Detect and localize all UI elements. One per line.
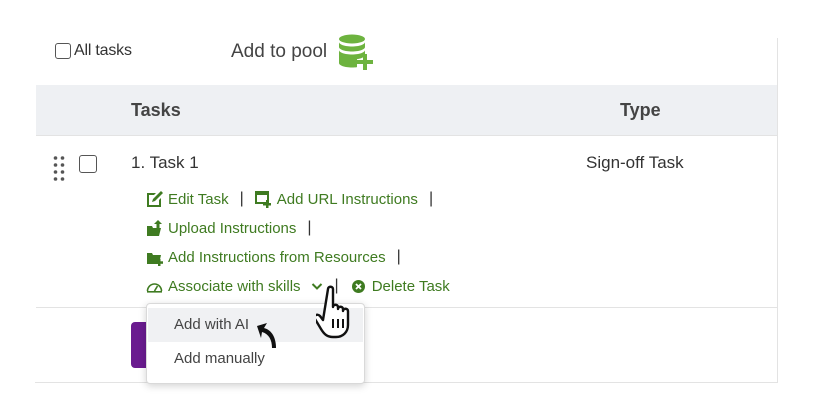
edit-icon — [147, 190, 163, 207]
column-header-tasks[interactable]: Tasks — [131, 100, 181, 121]
task-row-checkbox[interactable] — [79, 155, 97, 173]
edit-task-link[interactable]: Edit Task — [146, 190, 229, 208]
all-tasks-label: All tasks — [74, 42, 132, 59]
upload-instructions-link[interactable]: Upload Instructions — [146, 219, 297, 237]
upload-folder-icon — [147, 219, 162, 236]
database-plus-icon — [339, 34, 374, 70]
delete-task-label: Delete Task — [371, 277, 450, 295]
task-actions-line-2: Upload Instructions | — [146, 219, 323, 237]
hand-cursor-icon — [316, 285, 350, 339]
task-type: Sign-off Task — [586, 153, 684, 172]
add-instructions-from-resources-label: Add Instructions from Resources — [168, 248, 386, 266]
upload-instructions-label: Upload Instructions — [168, 219, 297, 237]
task-name[interactable]: 1. Task 1 — [131, 153, 199, 173]
table-header: Tasks Type — [36, 85, 777, 136]
associate-with-skills-label: Associate with skills — [168, 277, 301, 295]
separator: | — [307, 219, 312, 236]
add-to-pool-button[interactable]: Add to pool — [231, 33, 375, 71]
arrow-cursor-icon — [257, 323, 276, 348]
add-instructions-from-resources-link[interactable]: Add Instructions from Resources — [146, 249, 386, 266]
separator: | — [428, 190, 434, 207]
task-actions-line-1: Edit Task | Add URL Instructions | — [146, 190, 444, 208]
all-tasks-checkbox[interactable] — [55, 43, 71, 59]
gauge-icon — [146, 282, 163, 293]
separator: | — [239, 190, 244, 207]
task-actions-line-4: Associate with skills | Delete Task — [146, 277, 450, 295]
add-url-instructions-label: Add URL Instructions — [276, 190, 418, 208]
add-url-instructions-link[interactable]: Add URL Instructions — [254, 190, 418, 208]
associate-with-skills-dropdown[interactable]: Associate with skills — [146, 278, 324, 295]
drag-handle-icon[interactable] — [53, 155, 65, 181]
top-bar: All tasks — [55, 36, 132, 66]
separator: | — [396, 248, 401, 265]
add-to-pool-label: Add to pool — [231, 41, 328, 62]
delete-task-link[interactable]: Delete Task — [350, 278, 450, 295]
all-tasks-toggle[interactable]: All tasks — [55, 42, 132, 60]
add-url-icon — [254, 190, 271, 208]
task-actions-line-3: Add Instructions from Resources | — [146, 248, 412, 266]
column-header-type[interactable]: Type — [620, 100, 661, 121]
edit-task-label: Edit Task — [168, 190, 229, 208]
resources-folder-icon — [147, 252, 163, 266]
